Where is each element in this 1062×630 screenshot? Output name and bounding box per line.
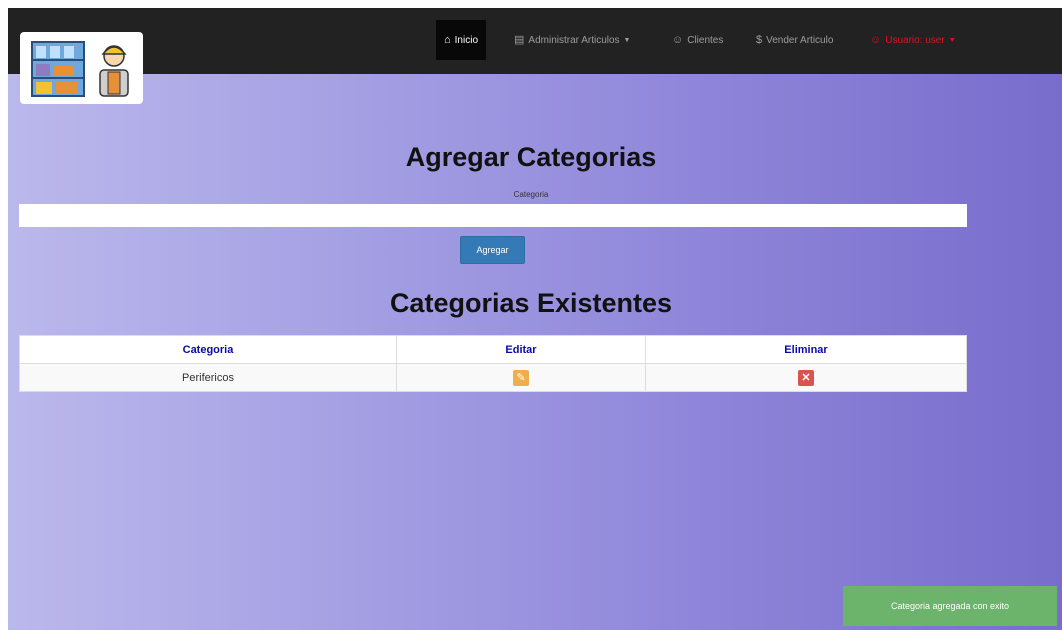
add-category-title: Agregar Categorias: [405, 142, 657, 172]
category-field-label: Categoria: [513, 190, 549, 199]
categories-table: Categoria Editar Eliminar Perifericos ✎ …: [19, 335, 967, 392]
nav-item-inicio[interactable]: ⌂ Inicio: [436, 20, 487, 60]
dollar-icon: $: [756, 33, 763, 46]
nav-item-administrar-articulos[interactable]: ▤ Administrar Articulos ▼: [514, 20, 630, 60]
delete-icon[interactable]: ✕: [798, 369, 814, 386]
category-input[interactable]: [19, 204, 967, 227]
warehouse-logo-icon: [31, 41, 129, 97]
nav-item-label: Usuario: user: [885, 34, 945, 46]
table-row: Perifericos ✎ ✕: [19, 363, 967, 392]
caret-down-icon: ▼: [948, 36, 956, 44]
list-icon: ▤: [514, 33, 525, 46]
page-background: [8, 8, 1062, 630]
nav-item-label: Inicio: [454, 34, 479, 46]
caret-down-icon: ▼: [623, 36, 631, 44]
user-icon: ☺: [870, 33, 882, 46]
table-header-row: Categoria Editar Eliminar: [19, 335, 967, 364]
column-header-categoria: Categoria: [19, 335, 397, 364]
home-icon: ⌂: [444, 33, 451, 46]
category-name-cell: Perifericos: [19, 363, 397, 392]
nav-item-clientes[interactable]: ☺ Clientes: [672, 20, 723, 60]
delete-cell: ✕: [645, 363, 967, 392]
nav-item-label: Administrar Articulos: [528, 34, 620, 46]
edit-icon[interactable]: ✎: [513, 369, 529, 386]
nav-item-label: Vender Articulo: [766, 34, 834, 46]
column-header-editar: Editar: [396, 335, 646, 364]
existing-categories-title: Categorias Existentes: [389, 288, 673, 318]
logo[interactable]: [20, 32, 143, 104]
success-toast: Categoria agregada con exito: [843, 586, 1057, 626]
add-button[interactable]: Agregar: [460, 236, 525, 264]
nav-item-user-menu[interactable]: ☺ Usuario: user ▼: [870, 20, 956, 60]
user-icon: ☺: [672, 33, 684, 46]
edit-cell: ✎: [396, 363, 646, 392]
nav-item-label: Clientes: [687, 34, 724, 46]
column-header-eliminar: Eliminar: [645, 335, 967, 364]
nav-item-vender-articulo[interactable]: $ Vender Articulo: [756, 20, 833, 60]
